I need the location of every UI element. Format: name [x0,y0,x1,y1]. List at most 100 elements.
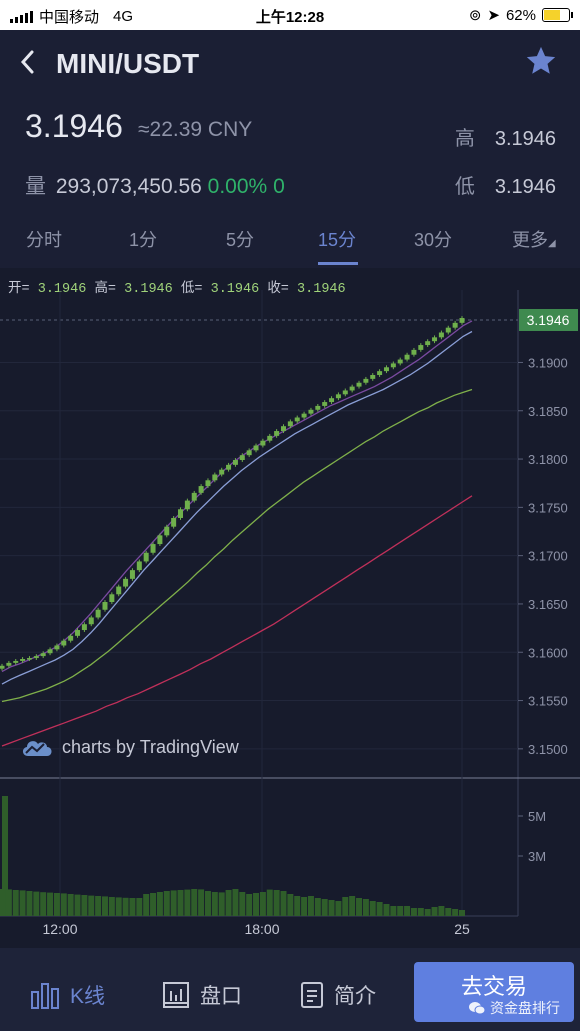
candle [308,409,314,414]
depth-button[interactable]: 盘口 [162,980,242,1010]
y-tick-label: 3.1650 [528,597,568,612]
candle [315,405,321,410]
candle [226,464,232,470]
volume-bar [5,889,12,916]
volume-bar [150,893,157,916]
candle [438,332,444,338]
pair-title: MINI/USDT [56,48,200,79]
candle [329,398,335,403]
y-tick-label: 3.1700 [528,549,568,564]
info-button[interactable]: 简介 [300,980,376,1010]
tradingview-watermark[interactable]: charts by TradingView [20,736,239,758]
volume-bar [335,901,342,916]
candle [13,660,19,663]
volume-bar [74,894,81,916]
tab-timeshare[interactable]: 分时 [26,226,62,252]
candle [280,426,286,432]
candle [418,345,424,350]
candle [377,371,383,376]
kline-button[interactable]: K线 [30,980,105,1010]
candle [164,526,170,536]
candle [383,367,389,372]
volume-bar [232,889,239,916]
change-value: 0 [273,175,285,198]
volume-bar [397,906,404,916]
candle [171,517,177,527]
candle [205,480,211,487]
volume-bar [122,897,129,916]
cny-price: ≈22.39 CNY [138,118,253,141]
candle [294,417,300,422]
candlestick-chart[interactable]: 3.1900 3.1850 3.1800 3.1750 3.1700 3.1650 3.16… [0,268,580,948]
candle [157,535,163,545]
volume-bar [26,891,33,916]
candle [212,474,218,481]
depth-panel-icon [163,982,189,1008]
volume-bar [246,894,253,916]
candle [445,327,451,333]
volume-bar [143,894,150,916]
high-label: 高 [454,128,475,150]
watermark-text: charts by TradingView [62,736,239,757]
tab-30m[interactable]: 30分 [414,226,452,252]
volume-bar [191,889,198,916]
active-tab-indicator [318,262,358,265]
volume-bar [108,897,115,916]
low-row: 低 3.1946 [455,170,556,199]
candle [6,662,12,666]
candle [40,653,46,657]
candle [363,378,369,383]
volume-bar [211,892,218,916]
chevron-left-icon[interactable] [18,48,38,84]
candle [246,450,252,456]
candle [349,386,355,391]
volume-bar [81,895,88,916]
candle [88,617,94,625]
volume-tick-label: 5M [528,809,546,824]
tab-15m[interactable]: 15分 [318,226,356,252]
candle [143,552,149,562]
candle [452,322,458,328]
candle [75,630,81,636]
bar-chart-icon [31,983,59,1009]
header: MINI/USDT [0,30,580,98]
candle [116,586,122,595]
volume-bar [259,892,266,916]
y-tick-label: 3.1800 [528,452,568,467]
volume-bar [136,898,143,916]
volume-bar [417,908,424,916]
volume-bar [349,896,356,916]
volume-label: 量 [25,175,46,198]
y-tick-label: 3.1550 [528,694,568,709]
volume-bar [170,890,177,916]
volume-bar [184,889,191,916]
change-pct: 0.00% [207,175,268,198]
candle [425,341,431,346]
candle [232,460,238,465]
volume-bar [404,906,411,916]
candle [390,363,396,368]
tab-more[interactable]: 更多◢ [512,226,556,252]
volume-bar [362,899,369,916]
depth-label: 盘口 [200,985,242,1008]
candle [287,421,293,427]
candle [397,359,403,364]
volume-bar [459,910,465,916]
interval-tabs: 分时 1分 5分 15分 30分 更多◢ [0,214,580,266]
volume-bar [163,891,170,916]
y-tick-label: 3.1750 [528,500,568,515]
volume-bar [115,897,122,916]
volume-bar [410,908,417,916]
candle [136,561,142,571]
ma-long-line [1,495,473,747]
candle [123,578,129,587]
volume-bar [431,907,438,916]
tab-1m[interactable]: 1分 [129,226,157,252]
candle [404,354,410,360]
star-icon[interactable] [524,44,558,87]
tab-5m[interactable]: 5分 [226,226,254,252]
last-price-tag-label: 3.1946 [527,312,570,328]
volume-bar [280,891,287,916]
kline-label: K线 [70,985,106,1008]
volume-bar [225,890,232,916]
